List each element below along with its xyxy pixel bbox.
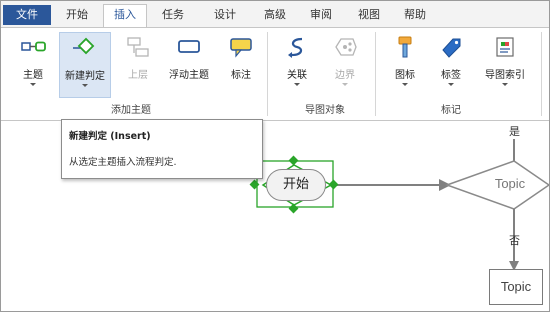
- tab-advanced[interactable]: 高级: [257, 5, 293, 25]
- tag-icon: [442, 38, 461, 58]
- parent-topic-label: 上层: [128, 70, 148, 81]
- menu-bar: 文件 开始 插入 任务 设计 高级 审阅 视图 帮助: [1, 1, 549, 27]
- tab-home[interactable]: 开始: [59, 5, 95, 25]
- boundary-button[interactable]: 边界: [327, 34, 363, 86]
- marker-label: 图标: [395, 70, 415, 81]
- tab-review[interactable]: 审阅: [303, 5, 339, 25]
- tag-label: 标签: [441, 70, 461, 81]
- yes-label: 是: [509, 125, 520, 138]
- tag-button[interactable]: 标签: [433, 34, 469, 86]
- topic-button[interactable]: 主题: [11, 34, 55, 86]
- app-window: 文件 开始 插入 任务 设计 高级 审阅 视图 帮助 主题 新建判定 上层 浮动…: [0, 0, 550, 312]
- tooltip: 新建判定 (Insert) 从选定主题插入流程判定.: [61, 119, 263, 179]
- relationship-icon: [288, 37, 303, 58]
- new-decision-button[interactable]: 新建判定: [59, 32, 111, 98]
- tab-help[interactable]: 帮助: [397, 5, 433, 25]
- map-index-button[interactable]: 导图索引: [479, 34, 531, 86]
- chevron-down-icon: [502, 83, 508, 86]
- group-separator: [541, 32, 542, 116]
- tooltip-title: 新建判定 (Insert): [69, 131, 151, 142]
- selection-handle[interactable]: [328, 179, 339, 190]
- group-label-map-objects: 导图对象: [305, 105, 345, 116]
- group-separator: [375, 32, 376, 116]
- callout-label: 标注: [231, 70, 251, 81]
- marker-icon: [398, 36, 412, 58]
- marker-button[interactable]: 图标: [387, 34, 423, 86]
- boundary-label: 边界: [335, 70, 355, 81]
- relationship-label: 关联: [287, 70, 307, 81]
- group-label-markers: 标记: [441, 105, 461, 116]
- callout-button[interactable]: 标注: [223, 34, 259, 81]
- tab-view[interactable]: 视图: [351, 5, 387, 25]
- file-menu[interactable]: 文件: [3, 5, 51, 25]
- chevron-down-icon: [402, 83, 408, 86]
- map-index-icon: [496, 37, 514, 57]
- boundary-icon: [335, 38, 357, 56]
- topic-icon: [21, 41, 46, 52]
- parent-topic-button[interactable]: 上层: [119, 34, 157, 81]
- chevron-down-icon: [294, 83, 300, 86]
- no-label: 否: [509, 234, 520, 247]
- group-label-add-topic: 添加主题: [111, 105, 151, 116]
- ribbon: 主题 新建判定 上层 浮动主题 标注 添加主题 关联 边界 导图对象 图标 标签…: [1, 27, 549, 121]
- relationship-button[interactable]: 关联: [279, 34, 315, 86]
- chevron-down-icon: [82, 84, 88, 87]
- start-node[interactable]: 开始: [266, 169, 326, 201]
- decision-label: Topic: [494, 176, 526, 191]
- map-index-label: 导图索引: [485, 70, 525, 81]
- chevron-down-icon: [448, 83, 454, 86]
- tab-insert[interactable]: 插入: [103, 4, 147, 27]
- tab-task[interactable]: 任务: [155, 5, 191, 25]
- topic-node[interactable]: Topic: [489, 269, 543, 305]
- selection-handle[interactable]: [249, 179, 260, 190]
- tooltip-description: 从选定主题插入流程判定.: [69, 157, 177, 168]
- topic-button-label: 主题: [23, 70, 43, 81]
- floating-topic-label: 浮动主题: [169, 70, 209, 81]
- chevron-down-icon: [30, 83, 36, 86]
- callout-icon: [230, 38, 252, 58]
- selection-handle[interactable]: [288, 203, 299, 214]
- tab-design[interactable]: 设计: [207, 5, 243, 25]
- floating-topic-icon: [178, 40, 200, 53]
- new-decision-label: 新建判定: [65, 71, 105, 82]
- selection-handle[interactable]: [288, 155, 299, 166]
- floating-topic-button[interactable]: 浮动主题: [163, 34, 215, 81]
- group-separator: [267, 32, 268, 116]
- decision-icon: [73, 37, 95, 55]
- parent-topic-icon: [127, 37, 149, 57]
- chevron-down-icon: [342, 83, 348, 86]
